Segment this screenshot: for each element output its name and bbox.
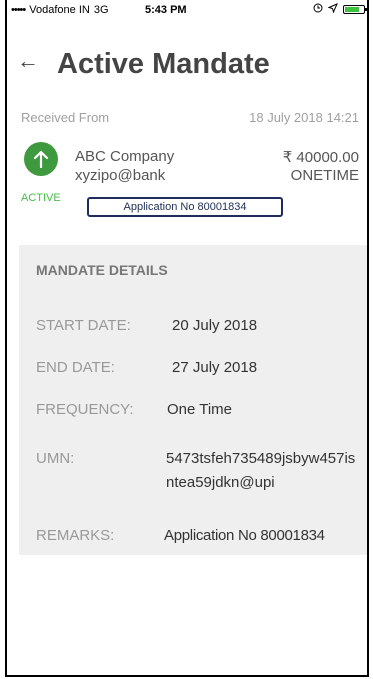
start-date-label: START DATE: <box>36 317 131 334</box>
alarm-icon <box>313 3 323 16</box>
arrow-up-icon <box>33 150 49 168</box>
network-type: 3G <box>93 4 109 16</box>
page-header: ← Active Mandate <box>7 40 367 90</box>
received-from-label: Received From <box>21 110 110 125</box>
carrier-name: Vodafone IN <box>29 4 90 16</box>
battery-icon <box>343 5 367 14</box>
status-bar: ••••• Vodafone IN 3G 5:43 PM <box>7 0 367 22</box>
status-time: 5:43 PM <box>145 4 187 16</box>
phone-screen: ••••• Vodafone IN 3G 5:43 PM ← Active Ma… <box>5 0 369 677</box>
remarks-label: REMARKS: <box>36 527 115 544</box>
location-arrow-icon <box>327 3 338 16</box>
payee-name: ABC Company <box>75 148 175 165</box>
start-date-value: 20 July 2018 <box>172 317 258 334</box>
received-datetime: 18 July 2018 14:21 <box>249 110 359 125</box>
application-number: Application No 80001834 <box>87 197 283 217</box>
frequency-label: FREQUENCY: <box>36 401 134 418</box>
frequency-value: One Time <box>167 401 233 418</box>
mandate-amount: ₹ 40000.00 <box>282 149 359 166</box>
active-status-icon <box>24 142 58 176</box>
payee-vpa: xyzipo@bank <box>75 167 166 184</box>
page-title: Active Mandate <box>57 48 270 80</box>
end-date-label: END DATE: <box>36 359 115 376</box>
status-badge: ACTIVE <box>21 192 61 204</box>
end-date-value: 27 July 2018 <box>172 359 258 376</box>
details-heading: MANDATE DETAILS <box>36 262 168 278</box>
umn-value: 5473tsfeh735489jsbyw457isntea59jdkn@upi <box>166 450 356 491</box>
umn-label: UMN: <box>36 450 75 467</box>
mandate-details-card: MANDATE DETAILS START DATE: 20 July 2018… <box>19 245 367 555</box>
mandate-type: ONETIME <box>290 167 359 184</box>
remarks-value: Application No 80001834 <box>164 527 325 544</box>
signal-strength: ••••• <box>11 4 26 16</box>
back-arrow-icon[interactable]: ← <box>17 48 39 74</box>
